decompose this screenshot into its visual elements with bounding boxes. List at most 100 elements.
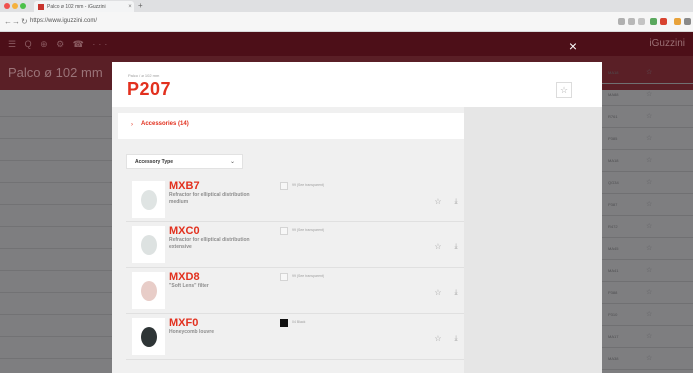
row-divider <box>0 204 112 205</box>
product-row[interactable]: MA45 ☆ <box>602 238 693 260</box>
star-icon[interactable]: ☆ <box>646 244 652 252</box>
product-modal: Palco / ø 102 mm P207 ☆ › Accessories (1… <box>112 62 602 373</box>
row-divider <box>0 270 112 271</box>
extension-icon[interactable] <box>650 18 657 25</box>
finish-label: 99 (See transparent) <box>292 183 325 187</box>
accessories-toggle[interactable]: › Accessories (14) <box>118 113 464 139</box>
accessory-image <box>141 281 157 301</box>
product-row[interactable]: P387 ☆ <box>602 194 693 216</box>
window-minimize-dot[interactable] <box>12 3 18 9</box>
row-code: MA41 <box>608 268 619 273</box>
forward-button[interactable]: → <box>12 17 20 26</box>
star-icon[interactable]: ☆ <box>646 90 652 98</box>
star-icon[interactable]: ☆ <box>646 288 652 296</box>
finish-label: 99 (See transparent) <box>292 274 325 278</box>
chevron-down-icon: ⌄ <box>230 159 236 165</box>
star-icon[interactable]: ☆ <box>646 332 652 340</box>
accessory-item[interactable]: MXC0 Refractor for elliptical distributi… <box>126 222 464 266</box>
star-icon[interactable]: ☆ <box>646 134 652 142</box>
row-code: P385 <box>608 136 618 141</box>
row-code: R472 <box>608 224 618 229</box>
finish-swatch <box>280 273 288 281</box>
star-icon[interactable]: ☆ <box>646 200 652 208</box>
extension-icon[interactable] <box>684 18 691 25</box>
extension-icon[interactable] <box>638 18 645 25</box>
breadcrumb[interactable]: Palco / ø 102 mm <box>128 73 159 78</box>
accessory-code[interactable]: MXF0 <box>169 317 198 329</box>
filter-label: Accessory Type <box>135 159 173 165</box>
favorite-button[interactable]: ☆ <box>556 82 572 98</box>
star-icon[interactable]: ☆ <box>646 266 652 274</box>
row-code: P387 <box>608 202 618 207</box>
finish-swatch <box>280 182 288 190</box>
star-icon[interactable]: ☆ <box>646 310 652 318</box>
product-row[interactable]: R472 ☆ <box>602 216 693 238</box>
star-icon[interactable]: ☆ <box>646 156 652 164</box>
product-row[interactable]: MA38 ☆ <box>602 348 693 370</box>
product-row[interactable]: P388 ☆ <box>602 282 693 304</box>
new-tab-button[interactable]: + <box>138 1 143 10</box>
star-icon[interactable]: ☆ <box>646 222 652 230</box>
product-row[interactable]: MA17 ☆ <box>602 326 693 348</box>
extension-icon[interactable] <box>628 18 635 25</box>
star-icon[interactable]: ☆ <box>433 334 443 344</box>
product-row[interactable]: MA18 ☆ <box>602 62 693 84</box>
row-code: P388 <box>608 290 618 295</box>
accessory-description: Honeycomb louvre <box>169 329 215 335</box>
extension-icon[interactable] <box>660 18 667 25</box>
star-icon[interactable]: ☆ <box>433 288 443 298</box>
tab-title: Palco ø 102 mm - iGuzzini <box>47 3 106 10</box>
item-divider <box>126 359 464 360</box>
finish-label: 04 Black <box>292 320 306 324</box>
accessory-thumbnail <box>132 181 165 218</box>
site-top-nav: ☰ Q ⊕ ⚙ ☎ ··· iGuzzini × <box>0 32 693 56</box>
accessory-thumbnail <box>132 226 165 263</box>
accessory-thumbnail <box>132 318 165 355</box>
download-icon[interactable]: ⤓ <box>452 242 460 252</box>
reload-button[interactable]: ↻ <box>21 17 28 26</box>
finish-swatch <box>280 227 288 235</box>
row-divider <box>0 248 112 249</box>
star-icon[interactable]: ☆ <box>646 354 652 362</box>
product-row[interactable]: QG34 ☆ <box>602 172 693 194</box>
accessory-item[interactable]: MXB7 Refractor for elliptical distributi… <box>126 177 464 221</box>
modal-close-button[interactable]: × <box>567 39 579 53</box>
star-icon[interactable]: ☆ <box>646 112 652 120</box>
nav-icons[interactable]: ☰ Q ⊕ ⚙ ☎ ··· <box>8 39 110 50</box>
product-row[interactable]: MA41 ☆ <box>602 260 693 282</box>
star-icon[interactable]: ☆ <box>433 242 443 252</box>
url-field[interactable]: https://www.iguzzini.com/ <box>30 18 97 24</box>
accessory-code[interactable]: MXD8 <box>169 271 200 283</box>
chevron-icon: › <box>131 122 133 128</box>
star-icon[interactable]: ☆ <box>646 178 652 186</box>
download-icon[interactable]: ⤓ <box>452 197 460 207</box>
row-code: QG34 <box>608 180 619 185</box>
accessory-item[interactable]: MXF0 Honeycomb louvre 04 Black ☆ ⤓ <box>126 314 464 358</box>
download-icon[interactable]: ⤓ <box>452 288 460 298</box>
window-zoom-dot[interactable] <box>20 3 26 9</box>
product-row[interactable]: MA18 ☆ <box>602 150 693 172</box>
accessory-code[interactable]: MXC0 <box>169 225 200 237</box>
accessory-item[interactable]: MXD8 "Soft Lens" filter 99 (See transpar… <box>126 268 464 312</box>
brand-logo[interactable]: iGuzzini <box>649 38 685 49</box>
product-row[interactable]: P385 ☆ <box>602 128 693 150</box>
finish-swatch <box>280 319 288 327</box>
tab-close-icon[interactable]: × <box>126 4 134 10</box>
extension-icon[interactable] <box>618 18 625 25</box>
page-heading: Palco ø 102 mm <box>8 65 103 80</box>
download-icon[interactable]: ⤓ <box>452 334 460 344</box>
back-button[interactable]: ← <box>4 17 12 26</box>
accessory-code[interactable]: MXB7 <box>169 180 200 192</box>
accessory-type-select[interactable]: Accessory Type ⌄ <box>126 154 243 169</box>
product-row[interactable]: MA88 ☆ <box>602 84 693 106</box>
browser-tab[interactable]: Palco ø 102 mm - iGuzzini × <box>34 1 134 12</box>
product-row[interactable]: R761 ☆ <box>602 106 693 128</box>
window-close-dot[interactable] <box>4 3 10 9</box>
accessory-image <box>141 190 157 210</box>
row-code: MA17 <box>608 334 619 339</box>
accessories-label: Accessories (14) <box>141 121 189 127</box>
star-icon[interactable]: ☆ <box>433 197 443 207</box>
extension-icon[interactable] <box>674 18 681 25</box>
star-icon[interactable]: ☆ <box>646 68 652 76</box>
product-row[interactable]: P310 ☆ <box>602 304 693 326</box>
